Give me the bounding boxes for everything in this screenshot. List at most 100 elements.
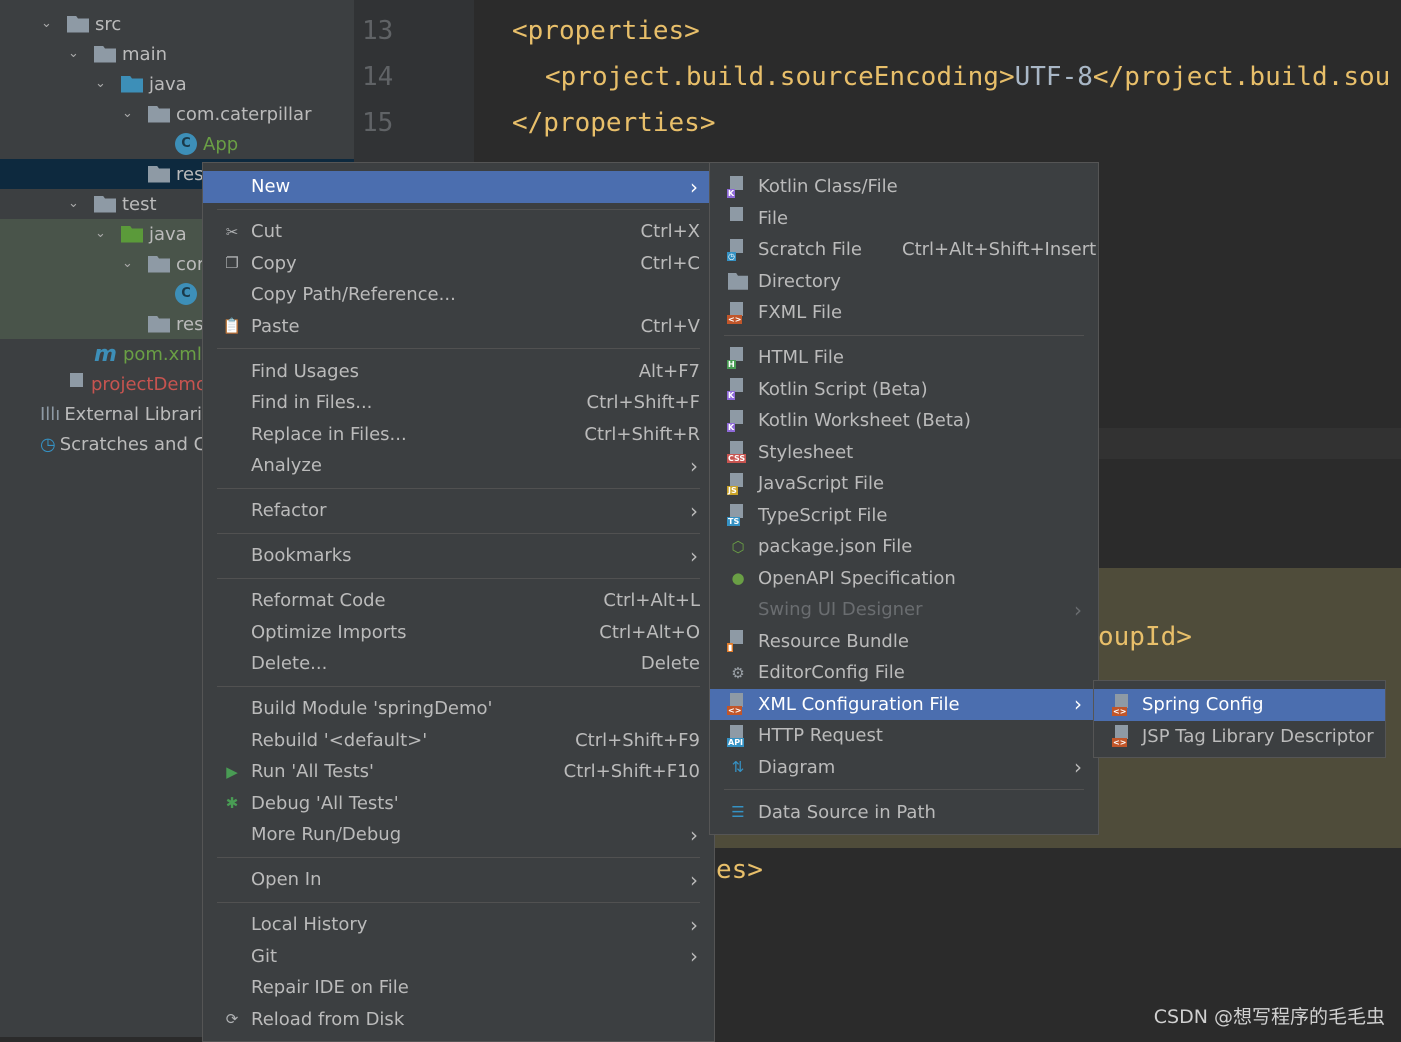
chevron-down-icon[interactable]: ⌄ xyxy=(95,77,109,91)
menu-item-editorconfig-file[interactable]: ⚙ EditorConfig File xyxy=(710,657,1098,689)
menu-item-copy-path-reference[interactable]: Copy Path/Reference... xyxy=(203,279,714,311)
menu-item-rebuild-default[interactable]: Rebuild '<default>' Ctrl+Shift+F9 xyxy=(203,725,714,757)
fxml-file-icon: <> xyxy=(727,301,749,324)
folder-icon xyxy=(94,45,116,63)
menu-item-swing-ui-designer[interactable]: Swing UI Designer › xyxy=(710,594,1098,626)
menu-item-find-usages[interactable]: Find Usages Alt+F7 xyxy=(203,356,714,388)
menu-item-label: Cut xyxy=(251,221,283,243)
menu-item-shortcut: Ctrl+Shift+R xyxy=(584,423,700,445)
menu-item-http-request[interactable]: API HTTP Request xyxy=(710,720,1098,752)
nodejs-icon: ⬡ xyxy=(731,537,745,556)
menu-item-javascript-file[interactable]: JS JavaScript File xyxy=(710,468,1098,500)
menu-item-analyze[interactable]: Analyze › xyxy=(203,450,714,482)
menu-item-copy[interactable]: ❐ Copy Ctrl+C xyxy=(203,248,714,280)
menu-item-label: Run 'All Tests' xyxy=(251,761,374,783)
menu-item-jsp-tag-library-descriptor[interactable]: <> JSP Tag Library Descriptor xyxy=(1094,721,1385,753)
context-menu: New › ✂ Cut Ctrl+X ❐ Copy Ctrl+C Copy Path/Refer… xyxy=(202,162,715,1042)
tree-item-label: App xyxy=(203,133,239,155)
menu-item-html-file[interactable]: H HTML File xyxy=(710,342,1098,374)
menu-item-label: Scratch File xyxy=(758,239,862,261)
menu-separator xyxy=(203,572,714,586)
menu-item-fxml-file[interactable]: <> FXML File xyxy=(710,297,1098,329)
menu-item-paste[interactable]: 📋 Paste Ctrl+V xyxy=(203,311,714,343)
menu-item-label: Kotlin Worksheet (Beta) xyxy=(758,410,971,432)
package-icon xyxy=(148,315,170,333)
chevron-down-icon[interactable]: ⌄ xyxy=(68,197,82,211)
menu-item-diagram[interactable]: ⇅ Diagram › xyxy=(710,752,1098,784)
tree-item-label: src xyxy=(95,13,122,35)
menu-item-reload-from-disk[interactable]: ⟳ Reload from Disk xyxy=(203,1004,714,1036)
menu-item-new[interactable]: New › xyxy=(203,171,714,203)
menu-item-local-history[interactable]: Local History › xyxy=(203,909,714,941)
chevron-down-icon[interactable]: ⌄ xyxy=(122,107,136,121)
menu-item-more-run-debug[interactable]: More Run/Debug › xyxy=(203,819,714,851)
chevron-down-icon[interactable]: ⌄ xyxy=(41,17,55,31)
xml-text: UTF-8 xyxy=(1014,62,1093,92)
code-line: <properties> xyxy=(512,16,700,46)
menu-item-replace-in-files[interactable]: Replace in Files... Ctrl+Shift+R xyxy=(203,419,714,451)
tree-item[interactable]: C App xyxy=(0,129,354,159)
code-line: <project.build.sourceEncoding>UTF-8</pro… xyxy=(545,62,1390,92)
menu-item-kotlin-class-file[interactable]: K Kotlin Class/File xyxy=(710,171,1098,203)
menu-item-debug-all-tests[interactable]: ✱ Debug 'All Tests' xyxy=(203,788,714,820)
menu-item-label: Stylesheet xyxy=(758,441,854,463)
menu-item-run-all-tests[interactable]: ▶ Run 'All Tests' Ctrl+Shift+F10 xyxy=(203,756,714,788)
html-file-icon: H xyxy=(727,346,749,369)
menu-item-repair-ide-on-file[interactable]: Repair IDE on File xyxy=(203,972,714,1004)
menu-separator xyxy=(203,342,714,356)
menu-item-kotlin-worksheet-beta[interactable]: K Kotlin Worksheet (Beta) xyxy=(710,405,1098,437)
code-fragment: oupId> xyxy=(1098,622,1192,652)
tree-item[interactable]: ⌄ java xyxy=(0,69,354,99)
tree-item-label: test xyxy=(122,193,157,215)
menu-item-git[interactable]: Git › xyxy=(203,941,714,973)
menu-item-label: Copy xyxy=(251,252,297,274)
menu-item-cut[interactable]: ✂ Cut Ctrl+X xyxy=(203,216,714,248)
menu-item-typescript-file[interactable]: TS TypeScript File xyxy=(710,500,1098,532)
menu-item-label: Analyze xyxy=(251,455,322,477)
menu-item-bookmarks[interactable]: Bookmarks › xyxy=(203,540,714,572)
menu-item-optimize-imports[interactable]: Optimize Imports Ctrl+Alt+O xyxy=(203,617,714,649)
menu-item-label: Replace in Files... xyxy=(251,423,407,445)
chevron-down-icon[interactable]: ⌄ xyxy=(95,227,109,241)
menu-item-open-in[interactable]: Open In › xyxy=(203,864,714,896)
menu-item-file[interactable]: File xyxy=(710,203,1098,235)
chevron-right-icon: › xyxy=(690,543,698,568)
menu-item-xml-configuration-file[interactable]: <> XML Configuration File › xyxy=(710,688,1098,720)
tree-item-label: cor xyxy=(176,253,205,275)
iml-file-icon xyxy=(67,373,87,395)
http-request-icon: API xyxy=(727,724,749,747)
menu-item-scratch-file[interactable]: ◷ Scratch File Ctrl+Alt+Shift+Insert xyxy=(710,234,1098,266)
chevron-down-icon[interactable]: ⌄ xyxy=(122,257,136,271)
menu-item-kotlin-script-beta[interactable]: K Kotlin Script (Beta) xyxy=(710,374,1098,406)
menu-item-find-in-files[interactable]: Find in Files... Ctrl+Shift+F xyxy=(203,387,714,419)
menu-item-label: Find in Files... xyxy=(251,392,373,414)
menu-item-openapi-specification[interactable]: ● OpenAPI Specification xyxy=(710,563,1098,595)
menu-separator xyxy=(203,527,714,541)
menu-item-spring-config[interactable]: <> Spring Config xyxy=(1094,689,1385,721)
chevron-right-icon: › xyxy=(1074,692,1082,717)
xml-tag: </project.build.sou xyxy=(1092,62,1391,92)
tree-item[interactable]: ⌄ com.caterpillar xyxy=(0,99,354,129)
gear-icon: ⚙ xyxy=(731,663,745,682)
menu-item-build-module-springdemo[interactable]: Build Module 'springDemo' xyxy=(203,693,714,725)
menu-item-package-json-file[interactable]: ⬡ package.json File xyxy=(710,531,1098,563)
menu-item-directory[interactable]: Directory xyxy=(710,266,1098,298)
menu-item-data-source-in-path[interactable]: ☰ Data Source in Path xyxy=(710,797,1098,829)
menu-item-reformat-code[interactable]: Reformat Code Ctrl+Alt+L xyxy=(203,585,714,617)
menu-item-shortcut: Ctrl+Shift+F10 xyxy=(563,761,700,783)
menu-item-refactor[interactable]: Refactor › xyxy=(203,495,714,527)
chevron-right-icon: › xyxy=(690,174,698,199)
maven-icon: m xyxy=(94,341,117,367)
xml-tag: <project.build.sourceEncoding> xyxy=(545,62,1015,92)
menu-item-stylesheet[interactable]: CSS Stylesheet xyxy=(710,437,1098,469)
reload-icon: ⟳ xyxy=(225,1010,239,1029)
menu-item-delete[interactable]: Delete... Delete xyxy=(203,648,714,680)
menu-item-label: Build Module 'springDemo' xyxy=(251,698,493,720)
menu-item-resource-bundle[interactable]: ▮ Resource Bundle xyxy=(710,626,1098,658)
menu-item-label: Diagram xyxy=(758,756,836,778)
line-number: 13 xyxy=(362,16,394,46)
tree-item[interactable]: ⌄ main xyxy=(0,39,354,69)
folder-icon xyxy=(67,15,89,33)
chevron-down-icon[interactable]: ⌄ xyxy=(68,47,82,61)
tree-item[interactable]: ⌄ src xyxy=(0,9,354,39)
